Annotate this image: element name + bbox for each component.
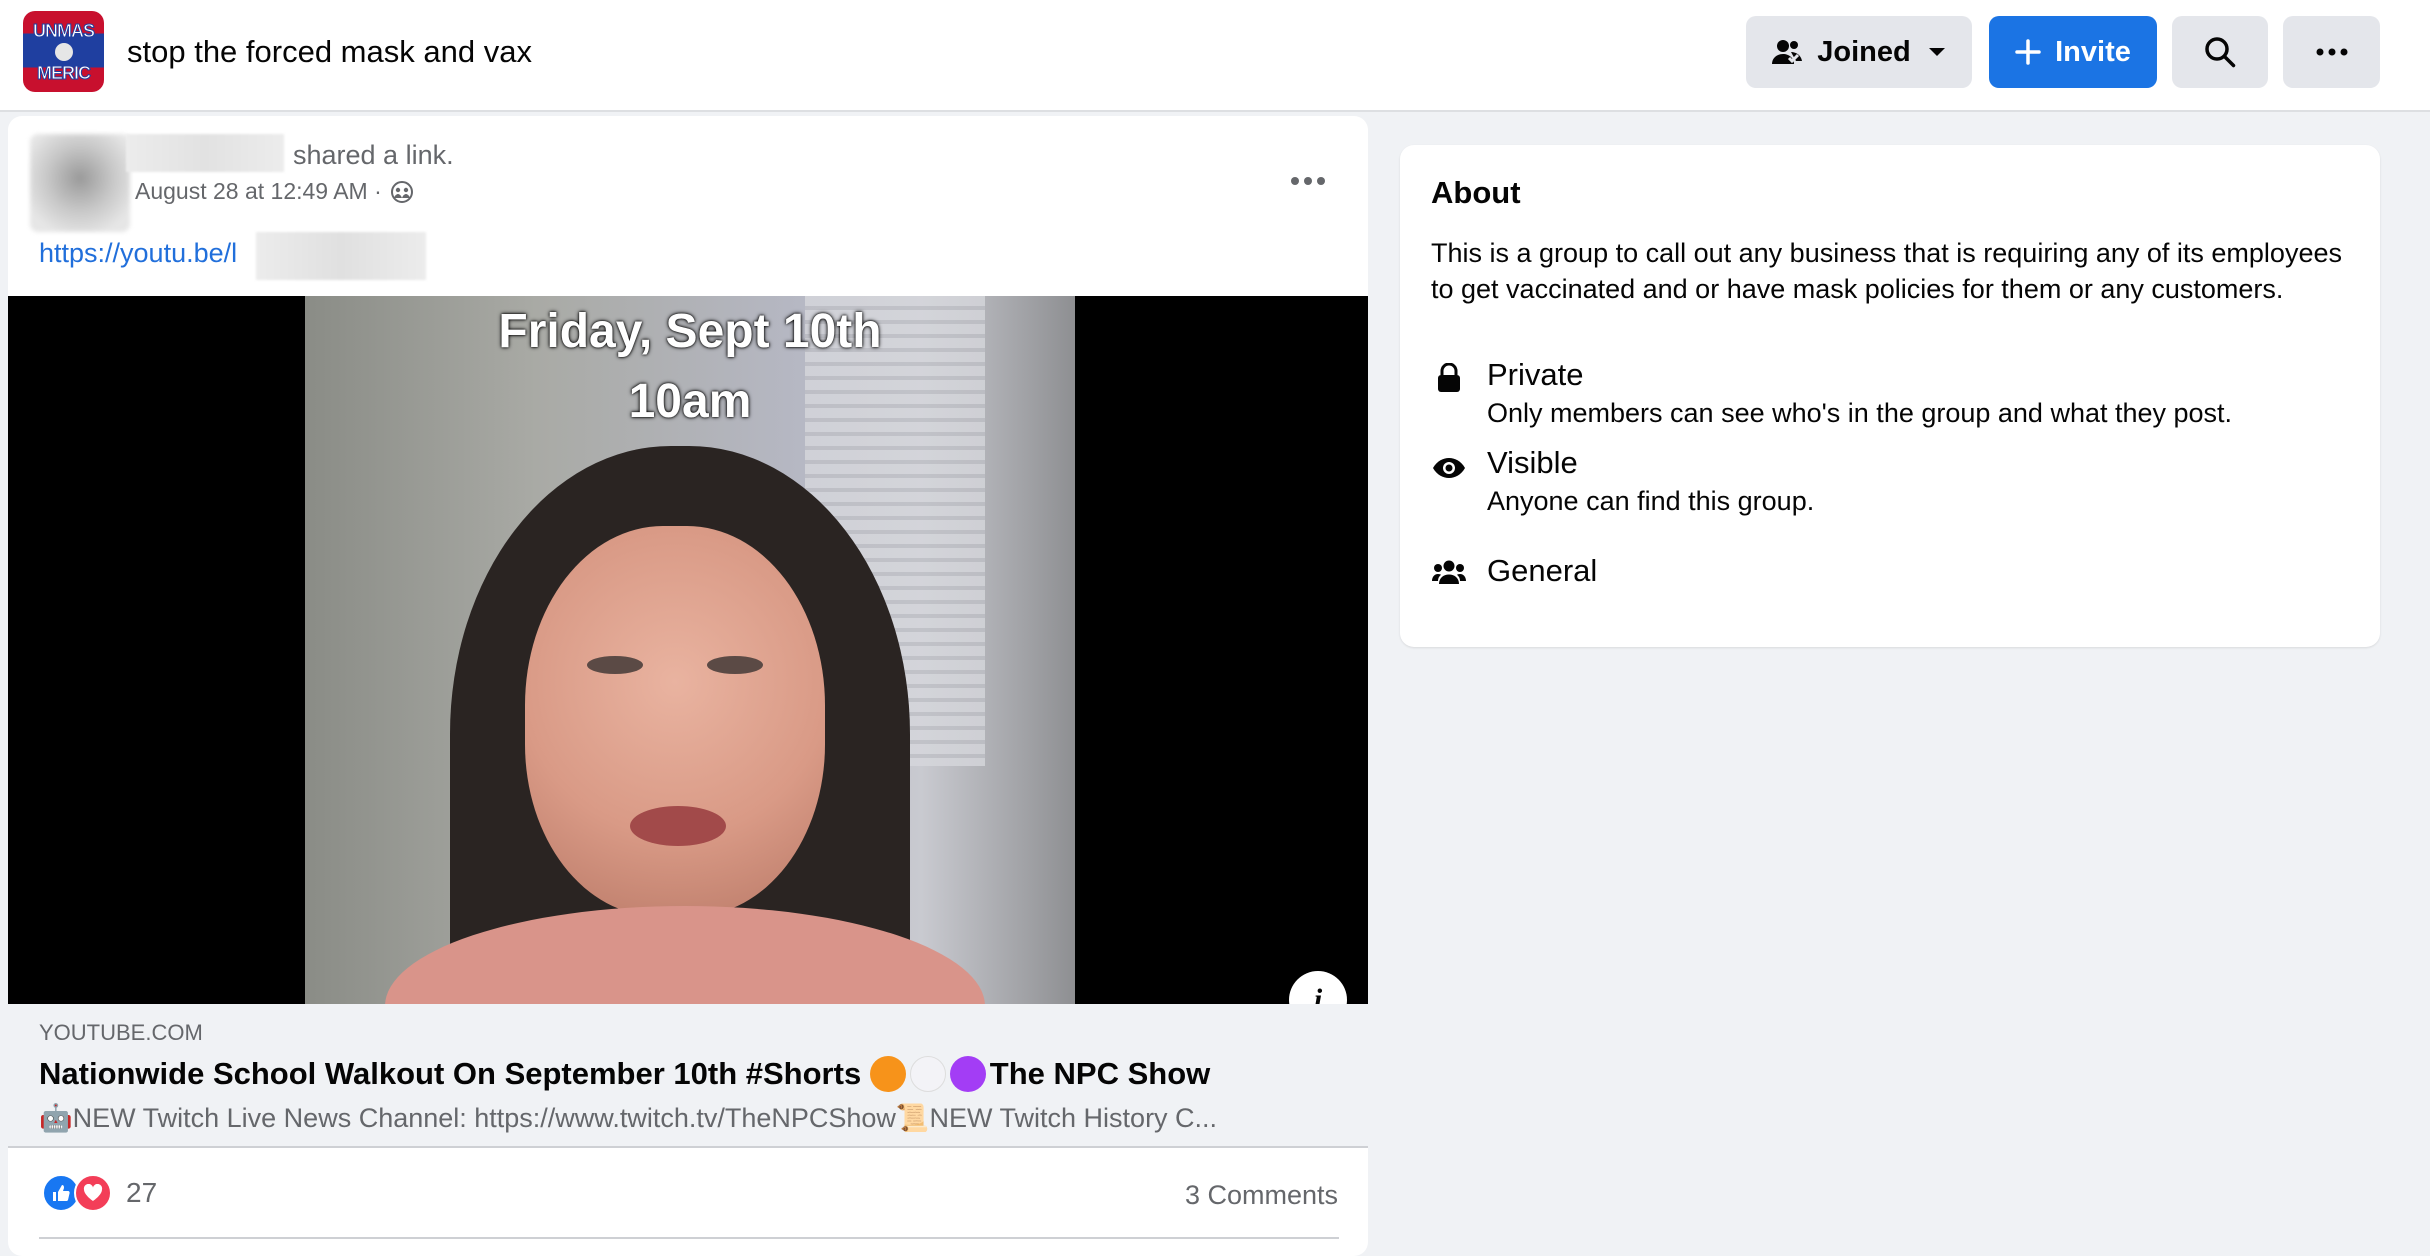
visibility-heading: Visible — [1487, 445, 1578, 480]
white-circle-emoji — [909, 1056, 946, 1092]
group-audience-icon — [390, 180, 414, 204]
search-icon — [2204, 36, 2236, 68]
video-overlay-date: Friday, Sept 10th — [498, 305, 882, 358]
invite-button[interactable]: Invite — [1989, 16, 2157, 88]
eye-icon — [1431, 443, 1467, 519]
post-options-button[interactable] — [1278, 161, 1338, 201]
shared-link-text: shared a link. — [293, 140, 454, 170]
link-description: 🤖NEW Twitch Live News Channel: https://w… — [39, 1103, 1218, 1133]
link-title: Nationwide School Walkout On September 1… — [39, 1056, 1211, 1092]
visibility-subtext: Anyone can find this group. — [1487, 486, 1815, 516]
group-name[interactable]: stop the forced mask and vax — [127, 32, 532, 72]
person-face — [525, 526, 825, 916]
reaction-count: 27 — [126, 1177, 158, 1208]
video-frame: Friday, Sept 10th 10am — [305, 296, 1075, 1004]
joined-button[interactable]: Joined — [1746, 16, 1972, 88]
about-title: About — [1431, 175, 1521, 210]
people-check-icon — [1771, 38, 1803, 66]
love-reaction-icon — [74, 1174, 112, 1212]
link-preview[interactable]: YOUTUBE.COM Nationwide School Walkout On… — [8, 1004, 1368, 1148]
avatar[interactable] — [30, 134, 130, 232]
group-logo[interactable]: UNMAS MERIC — [23, 11, 104, 92]
caret-down-icon — [1927, 46, 1947, 58]
post-link[interactable]: https://youtu.be/l — [39, 238, 237, 269]
category-row: General — [1431, 551, 1597, 591]
people-icon — [1431, 551, 1467, 591]
more-horizontal-icon — [2316, 48, 2348, 56]
reactions-summary[interactable]: 27 — [42, 1174, 157, 1212]
divider — [39, 1237, 1339, 1239]
visibility-row: Visible Anyone can find this group. — [1431, 443, 1814, 519]
group-header: UNMAS MERIC stop the forced mask and vax… — [0, 0, 2430, 112]
orange-circle-emoji — [869, 1056, 906, 1092]
category-heading: General — [1487, 553, 1598, 588]
link-domain: YOUTUBE.COM — [39, 1020, 203, 1045]
author-name-redacted[interactable] — [126, 134, 284, 172]
video-thumbnail[interactable]: Friday, Sept 10th 10am — [8, 296, 1368, 1004]
invite-label: Invite — [2055, 35, 2131, 68]
privacy-subtext: Only members can see who's in the group … — [1487, 398, 2233, 428]
plus-icon — [2015, 39, 2041, 65]
link-redacted — [256, 232, 426, 280]
about-description: This is a group to call out any business… — [1431, 238, 2342, 304]
lock-icon — [1431, 355, 1467, 431]
privacy-heading: Private — [1487, 357, 1584, 392]
about-card: About This is a group to call out any bu… — [1400, 145, 2380, 647]
search-button[interactable] — [2172, 16, 2268, 88]
privacy-row: Private Only members can see who's in th… — [1431, 355, 2232, 431]
comments-count[interactable]: 3 Comments — [1185, 1180, 1338, 1211]
video-overlay-time: 10am — [628, 375, 752, 428]
post-card: shared a link. August 28 at 12:49 AM · h… — [8, 116, 1368, 1256]
post-timestamp[interactable]: August 28 at 12:49 AM · — [135, 178, 414, 205]
purple-circle-emoji — [949, 1056, 986, 1092]
more-options-button[interactable] — [2283, 16, 2380, 88]
joined-label: Joined — [1817, 35, 1911, 68]
